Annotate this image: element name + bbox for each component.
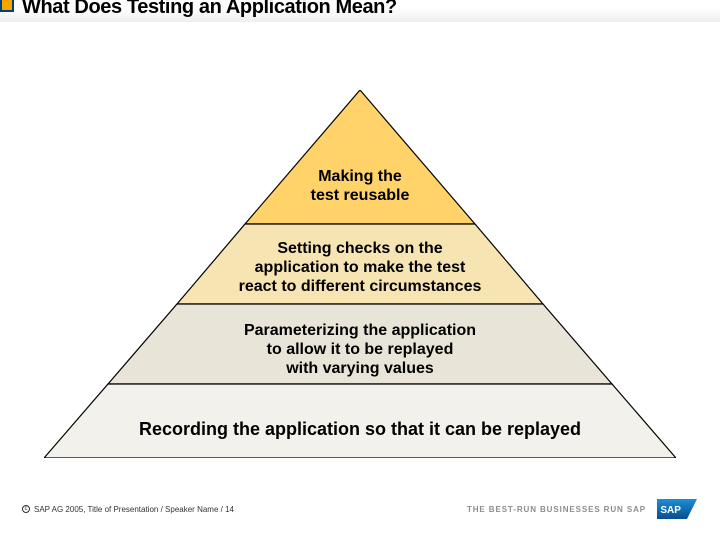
copyright-icon: c (22, 505, 30, 513)
sap-logo-text: SAP (660, 505, 681, 516)
footer: c SAP AG 2005, Title of Presentation / S… (0, 494, 720, 530)
title-bar: What Does Testing an Application Mean? (0, 0, 720, 19)
copyright: c SAP AG 2005, Title of Presentation / S… (22, 505, 234, 514)
pyramid-label-1: Making thetest reusable (44, 168, 676, 206)
page-title: What Does Testing an Application Mean? (22, 0, 397, 19)
sap-logo-icon: SAP (656, 499, 698, 519)
tagline: THE BEST-RUN BUSINESSES RUN SAP (467, 505, 646, 514)
pyramid-label-4: Recording the application so that it can… (44, 419, 676, 440)
footer-right: THE BEST-RUN BUSINESSES RUN SAP SAP (467, 499, 698, 519)
pyramid: Making thetest reusable Setting checks o… (44, 90, 676, 458)
copyright-text: SAP AG 2005, Title of Presentation / Spe… (34, 505, 234, 514)
pyramid-label-3: Parameterizing the applicationto allow i… (44, 322, 676, 379)
pyramid-label-2: Setting checks on theapplication to make… (44, 240, 676, 297)
title-bullet-icon (0, 0, 14, 12)
